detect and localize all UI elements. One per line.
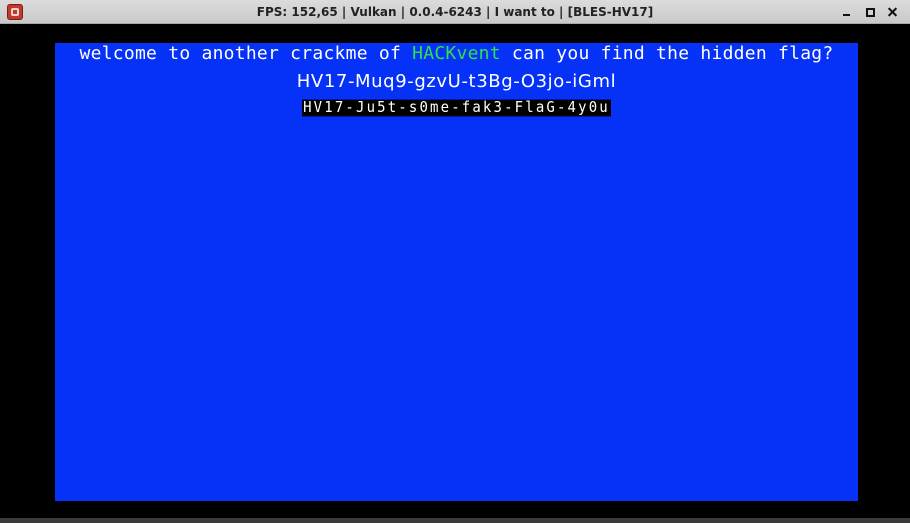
minimize-icon[interactable] — [840, 5, 854, 19]
flag-text: HV17-Muq9-gzvU-t3Bg-O3jo-iGml — [296, 71, 617, 92]
app-icon[interactable] — [7, 4, 23, 20]
window-bottom-border — [0, 518, 910, 523]
close-icon[interactable] — [886, 5, 900, 19]
game-viewport[interactable]: welcome to another crackme of HACKvent c… — [0, 24, 910, 518]
welcome-message: welcome to another crackme of HACKvent c… — [55, 43, 858, 65]
titlebar[interactable]: FPS: 152,65 | Vulkan | 0.0.4-6243 | I wa… — [0, 0, 910, 24]
welcome-text-start: welcome to another crackme of — [79, 43, 413, 64]
game-screen: welcome to another crackme of HACKvent c… — [55, 43, 858, 501]
window-title: FPS: 152,65 | Vulkan | 0.0.4-6243 | I wa… — [256, 5, 654, 19]
maximize-icon[interactable] — [863, 5, 877, 19]
fake-flag-row: HV17-Ju5t-s0me-fak3-FlaG-4y0u — [55, 99, 858, 117]
emulator-window: FPS: 152,65 | Vulkan | 0.0.4-6243 | I wa… — [0, 0, 910, 523]
fake-flag-text: HV17-Ju5t-s0me-fak3-FlaG-4y0u — [302, 99, 611, 117]
welcome-text-end: can you find the hidden flag? — [500, 43, 834, 64]
hackvent-highlight: HACKvent — [412, 43, 501, 64]
